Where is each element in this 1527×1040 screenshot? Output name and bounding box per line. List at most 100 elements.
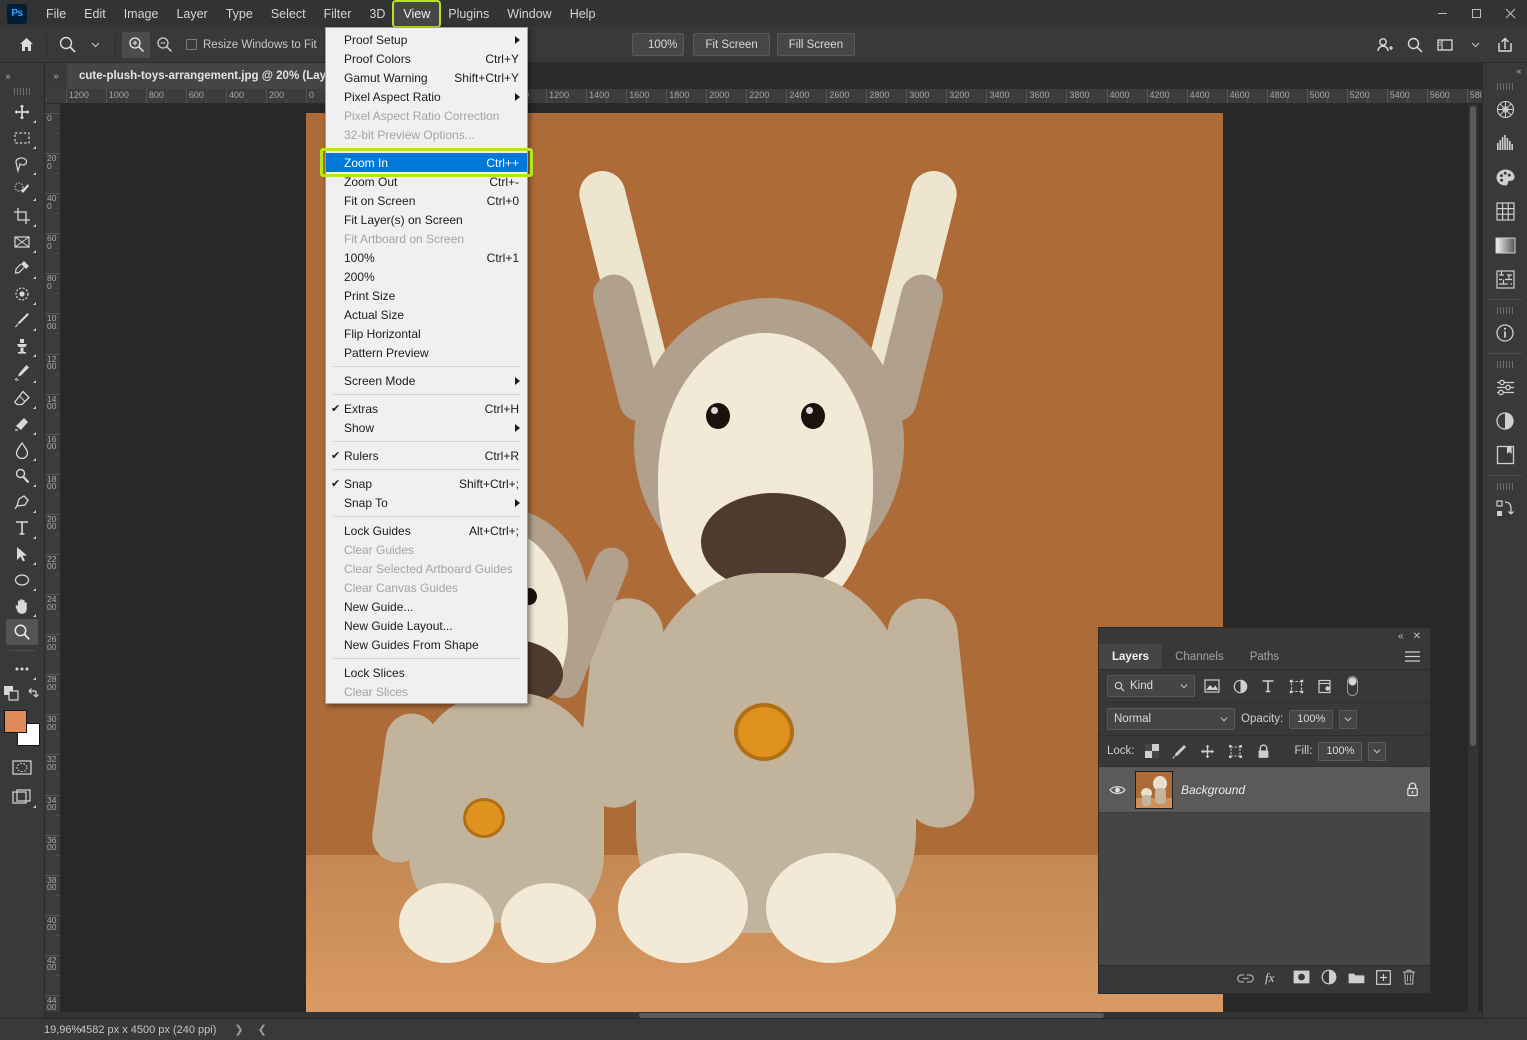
menu-3d[interactable]: 3D	[360, 2, 394, 26]
ellipse-shape-tool[interactable]	[6, 567, 38, 593]
screen-mode-icon[interactable]	[6, 784, 38, 810]
menu-item-zoom-in[interactable]: Zoom In Ctrl++	[320, 148, 533, 177]
tab-channels[interactable]: Channels	[1162, 644, 1237, 669]
frame-tool[interactable]	[6, 229, 38, 255]
swap-colors-icon[interactable]	[27, 687, 41, 706]
brush-tool[interactable]	[6, 307, 38, 333]
rect-marquee-tool[interactable]	[6, 125, 38, 151]
menu-item-200[interactable]: 200%	[326, 267, 527, 286]
menu-plugins[interactable]: Plugins	[439, 2, 498, 26]
menu-item-actual-size[interactable]: Actual Size	[326, 305, 527, 324]
histogram-icon[interactable]	[1488, 126, 1522, 160]
delete-layer-icon[interactable]	[1402, 969, 1416, 990]
zoom-in-icon[interactable]	[122, 31, 150, 58]
scrollbar-thumb[interactable]	[1470, 106, 1476, 746]
close-icon[interactable]: ✕	[1413, 631, 1421, 642]
pen-tool[interactable]	[6, 489, 38, 515]
search-icon[interactable]	[1401, 32, 1429, 58]
close-button[interactable]	[1493, 0, 1527, 27]
add-mask-icon[interactable]	[1293, 970, 1310, 989]
zoom-out-icon[interactable]	[150, 32, 178, 58]
menu-item-lock-guides[interactable]: Lock Guides Alt+Ctrl+;	[326, 521, 527, 540]
status-document-dimensions[interactable]: 4582 px x 4500 px (240 ppi)	[60, 1024, 216, 1036]
export-icon[interactable]	[1491, 32, 1519, 58]
menu-image[interactable]: Image	[115, 2, 168, 26]
opacity-value-field[interactable]: 100%	[1289, 709, 1334, 729]
maximize-button[interactable]	[1459, 0, 1493, 27]
layers-list[interactable]: Background	[1099, 767, 1430, 965]
fill-value-field[interactable]: 100%	[1318, 741, 1363, 761]
move-tool[interactable]	[6, 99, 38, 125]
lock-image-icon[interactable]	[1169, 741, 1191, 761]
menu-item-pixel-aspect-ratio[interactable]: Pixel Aspect Ratio	[326, 87, 527, 106]
new-group-icon[interactable]	[1348, 971, 1365, 989]
link-layers-icon[interactable]	[1237, 971, 1254, 989]
blur-tool[interactable]	[6, 437, 38, 463]
lock-position-icon[interactable]	[1197, 741, 1219, 761]
panel-grip[interactable]	[1497, 483, 1513, 490]
quick-mask-icon[interactable]	[6, 754, 38, 780]
panel-grip[interactable]	[14, 88, 30, 95]
type-filter-icon[interactable]	[1257, 676, 1279, 696]
lock-all-icon[interactable]	[1253, 741, 1275, 761]
lasso-tool[interactable]	[6, 151, 38, 177]
blend-mode-select[interactable]: Normal	[1107, 708, 1235, 730]
properties-half-circle-icon[interactable]	[1488, 404, 1522, 438]
canvas-vertical-scrollbar[interactable]	[1468, 104, 1478, 1012]
menu-item-lock-slices[interactable]: Lock Slices	[326, 663, 527, 682]
gradients-icon[interactable]	[1488, 228, 1522, 262]
menu-item-screen-mode[interactable]: Screen Mode	[326, 371, 527, 390]
menu-item-fit-on-screen[interactable]: Fit on Screen Ctrl+0	[326, 191, 527, 210]
lock-artboard-icon[interactable]	[1225, 741, 1247, 761]
table-row[interactable]: Background	[1099, 767, 1430, 813]
chevron-right-icon[interactable]: ❯	[216, 1023, 243, 1036]
eyedropper-tool[interactable]	[6, 255, 38, 281]
zoom-percent-field[interactable]: 100%	[632, 33, 685, 56]
panel-menu-icon[interactable]	[1405, 644, 1430, 669]
tool-preset-chevron-down-icon[interactable]	[81, 32, 109, 58]
menu-file[interactable]: File	[37, 2, 75, 26]
menu-help[interactable]: Help	[561, 2, 605, 26]
layer-name[interactable]: Background	[1181, 783, 1394, 797]
tab-layers[interactable]: Layers	[1099, 644, 1163, 669]
eye-icon[interactable]	[1107, 784, 1127, 796]
color-wheel-icon[interactable]	[1488, 92, 1522, 126]
opacity-chevron-down-icon[interactable]	[1339, 709, 1358, 729]
pixel-filter-icon[interactable]	[1201, 676, 1223, 696]
home-icon[interactable]	[12, 32, 40, 58]
panel-grip[interactable]	[1497, 83, 1513, 90]
menu-item-snap-to[interactable]: Snap To	[326, 493, 527, 512]
vertical-ruler[interactable]: 0 2​0​0 4​0​0 6​0​0 8​0​0 1​0​0​0 1​2​0​0 1​4​0…	[45, 104, 61, 1012]
menu-item-zoom-out[interactable]: Zoom Out Ctrl+-	[326, 172, 527, 191]
horizontal-ruler[interactable]: 1200100080060040020002004006008001000120…	[45, 89, 1482, 104]
adjustment-layer-icon[interactable]	[1321, 969, 1337, 990]
shape-filter-icon[interactable]	[1285, 676, 1307, 696]
workspace-icon[interactable]	[1431, 32, 1459, 58]
zoom-tool-icon[interactable]	[53, 32, 81, 58]
menu-item-new-guide[interactable]: New Guide...	[326, 597, 527, 616]
menu-item-gamut-warning[interactable]: Gamut Warning Shift+Ctrl+Y	[326, 68, 527, 87]
libraries-icon[interactable]	[1488, 438, 1522, 472]
menu-item-pattern-preview[interactable]: Pattern Preview	[326, 343, 527, 362]
grid-patterns-icon[interactable]	[1488, 194, 1522, 228]
chevron-double-right-icon[interactable]: »	[0, 67, 45, 84]
menu-item-extras[interactable]: ✔ Extras Ctrl+H	[326, 399, 527, 418]
fx-icon[interactable]: fx	[1265, 970, 1282, 990]
fill-screen-button[interactable]: Fill Screen	[776, 33, 856, 56]
layer-thumbnail[interactable]	[1135, 770, 1173, 809]
panel-grip[interactable]	[1497, 361, 1513, 368]
hand-tool[interactable]	[6, 593, 38, 619]
status-zoom-level[interactable]: 19,96%	[0, 1024, 81, 1036]
menu-window[interactable]: Window	[498, 2, 560, 26]
adjustments-icon[interactable]	[1488, 370, 1522, 404]
menu-item-new-guides-from-shape[interactable]: New Guides From Shape	[326, 635, 527, 654]
swatches-palette-icon[interactable]	[1488, 160, 1522, 194]
foreground-color-swatch[interactable]	[4, 710, 27, 733]
resize-windows-to-fit-checkbox[interactable]: Resize Windows to Fit	[178, 39, 325, 51]
zoom-tool[interactable]	[6, 619, 38, 645]
menu-item-flip-horizontal[interactable]: Flip Horizontal	[326, 324, 527, 343]
minimize-button[interactable]	[1425, 0, 1459, 27]
smart-object-filter-icon[interactable]	[1313, 676, 1335, 696]
spot-healing-tool[interactable]	[6, 281, 38, 307]
crop-tool[interactable]	[6, 203, 38, 229]
